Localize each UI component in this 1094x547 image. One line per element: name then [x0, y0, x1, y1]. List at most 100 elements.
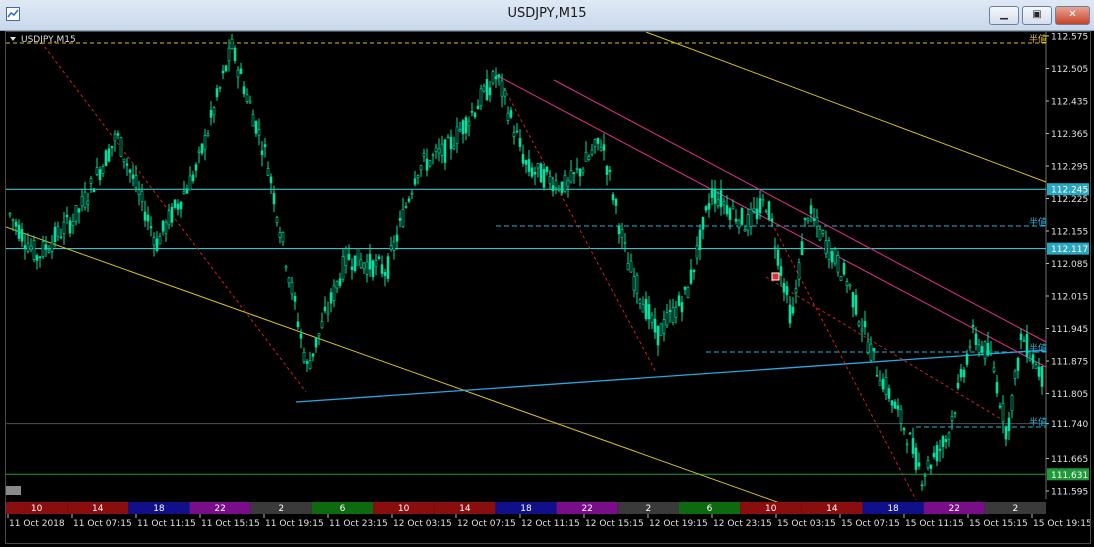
candle-body	[749, 208, 753, 227]
candle-body	[359, 259, 363, 269]
candle-body	[305, 361, 309, 364]
candle-body	[590, 149, 594, 155]
candle-body	[266, 168, 270, 176]
trendline-blue[interactable]	[295, 349, 1047, 403]
candle-body	[29, 245, 33, 250]
candle-body	[344, 248, 348, 266]
candle-body	[995, 382, 999, 394]
fib-dashed-line-1[interactable]	[40, 41, 307, 393]
diamond-marker[interactable]	[771, 272, 780, 281]
candle-body	[839, 276, 843, 282]
session-label: 18	[520, 504, 532, 514]
chart-area[interactable]: USDJPY,M15 112.575 112.505 112.435 112.365 11…	[5, 31, 1092, 544]
candle-body	[662, 319, 666, 334]
candle-body	[866, 341, 870, 353]
candle-body	[77, 208, 81, 213]
candle-body	[554, 180, 558, 189]
candle-body	[545, 166, 549, 172]
candle-body	[470, 111, 474, 113]
candle-body	[275, 216, 279, 223]
session-label: 2	[278, 504, 284, 514]
candle-body	[461, 120, 465, 135]
candle-body	[824, 240, 828, 254]
candle-body	[1010, 395, 1014, 412]
candle-body	[683, 286, 687, 290]
minimize-icon: ▁	[1000, 9, 1008, 20]
candle-body	[1022, 340, 1026, 342]
candle-body	[938, 448, 942, 451]
price-label: 112.435	[1051, 98, 1088, 108]
candle-body	[56, 226, 60, 237]
candle-body	[614, 198, 618, 206]
candle-body	[989, 350, 993, 354]
minimize-button[interactable]: ▁	[989, 6, 1019, 25]
candle-body	[293, 295, 297, 302]
candle-body	[1040, 366, 1044, 387]
candle-body	[95, 167, 99, 175]
candle-body	[125, 163, 129, 166]
candle-body	[104, 150, 108, 167]
channel-pink-upper[interactable]	[553, 79, 1047, 343]
candle-body	[887, 388, 891, 399]
candle-body	[560, 181, 564, 194]
candle-body	[1019, 333, 1023, 341]
scroll-marker[interactable]	[6, 486, 21, 495]
candle-body	[1016, 357, 1020, 371]
candle-body	[566, 180, 570, 187]
time-label: 12 Oct 23:15	[713, 519, 772, 529]
candle-body	[884, 377, 888, 396]
candle-body	[1037, 366, 1041, 377]
candle-body	[323, 306, 327, 312]
candle-body	[743, 229, 747, 232]
candle-body	[593, 139, 597, 147]
candle-body	[578, 168, 582, 177]
candle-body	[314, 337, 318, 348]
candle-body	[650, 314, 654, 323]
candle-body	[929, 464, 933, 469]
candle-body	[386, 256, 390, 279]
candle-body	[983, 341, 987, 360]
price-label: 112.505	[1051, 65, 1088, 75]
candle-body	[254, 120, 258, 134]
channel-yellow-lower[interactable]	[5, 226, 792, 508]
fib-dashed-line-3[interactable]	[765, 211, 917, 501]
title-bar[interactable]: USDJPY,M15 ▁ ▣ ✕	[0, 0, 1094, 31]
candle-body	[518, 138, 522, 147]
candle-body	[413, 178, 417, 185]
candle-body	[959, 368, 963, 378]
candle-body	[818, 228, 822, 241]
candle-body	[86, 200, 90, 205]
restore-button[interactable]: ▣	[1022, 6, 1052, 25]
candle-body	[227, 47, 231, 62]
session-label: 10	[765, 504, 777, 514]
close-button[interactable]: ✕	[1055, 6, 1090, 25]
candle-body	[209, 109, 213, 118]
candle-body	[143, 211, 147, 221]
chevron-down-icon[interactable]	[10, 37, 16, 41]
candle-body	[830, 251, 834, 263]
time-label: 11 Oct 11:15	[137, 519, 196, 529]
candle-body	[854, 295, 858, 315]
candle-body	[878, 380, 882, 386]
candle-body	[764, 210, 768, 213]
candle-body	[398, 218, 402, 221]
candle-body	[1013, 370, 1017, 379]
price-chart[interactable]: USDJPY,M15 112.575 112.505 112.435 112.365 11…	[5, 31, 1092, 543]
candle-body	[269, 176, 273, 184]
candle-body	[341, 256, 345, 280]
candle-body	[608, 170, 612, 172]
candle-body	[203, 135, 207, 150]
candle-body	[740, 208, 744, 225]
candle-body	[506, 112, 510, 121]
candle-body	[134, 175, 138, 188]
candle-body	[758, 198, 762, 214]
candle-body	[665, 312, 669, 326]
channel-yellow-upper[interactable]	[645, 31, 1047, 183]
candle-body	[779, 266, 783, 276]
candle-body	[611, 194, 615, 201]
candle-body	[188, 175, 192, 191]
candle-body	[698, 229, 702, 251]
candle-body	[299, 333, 303, 339]
candle-body	[875, 375, 879, 377]
candle-body	[377, 256, 381, 259]
